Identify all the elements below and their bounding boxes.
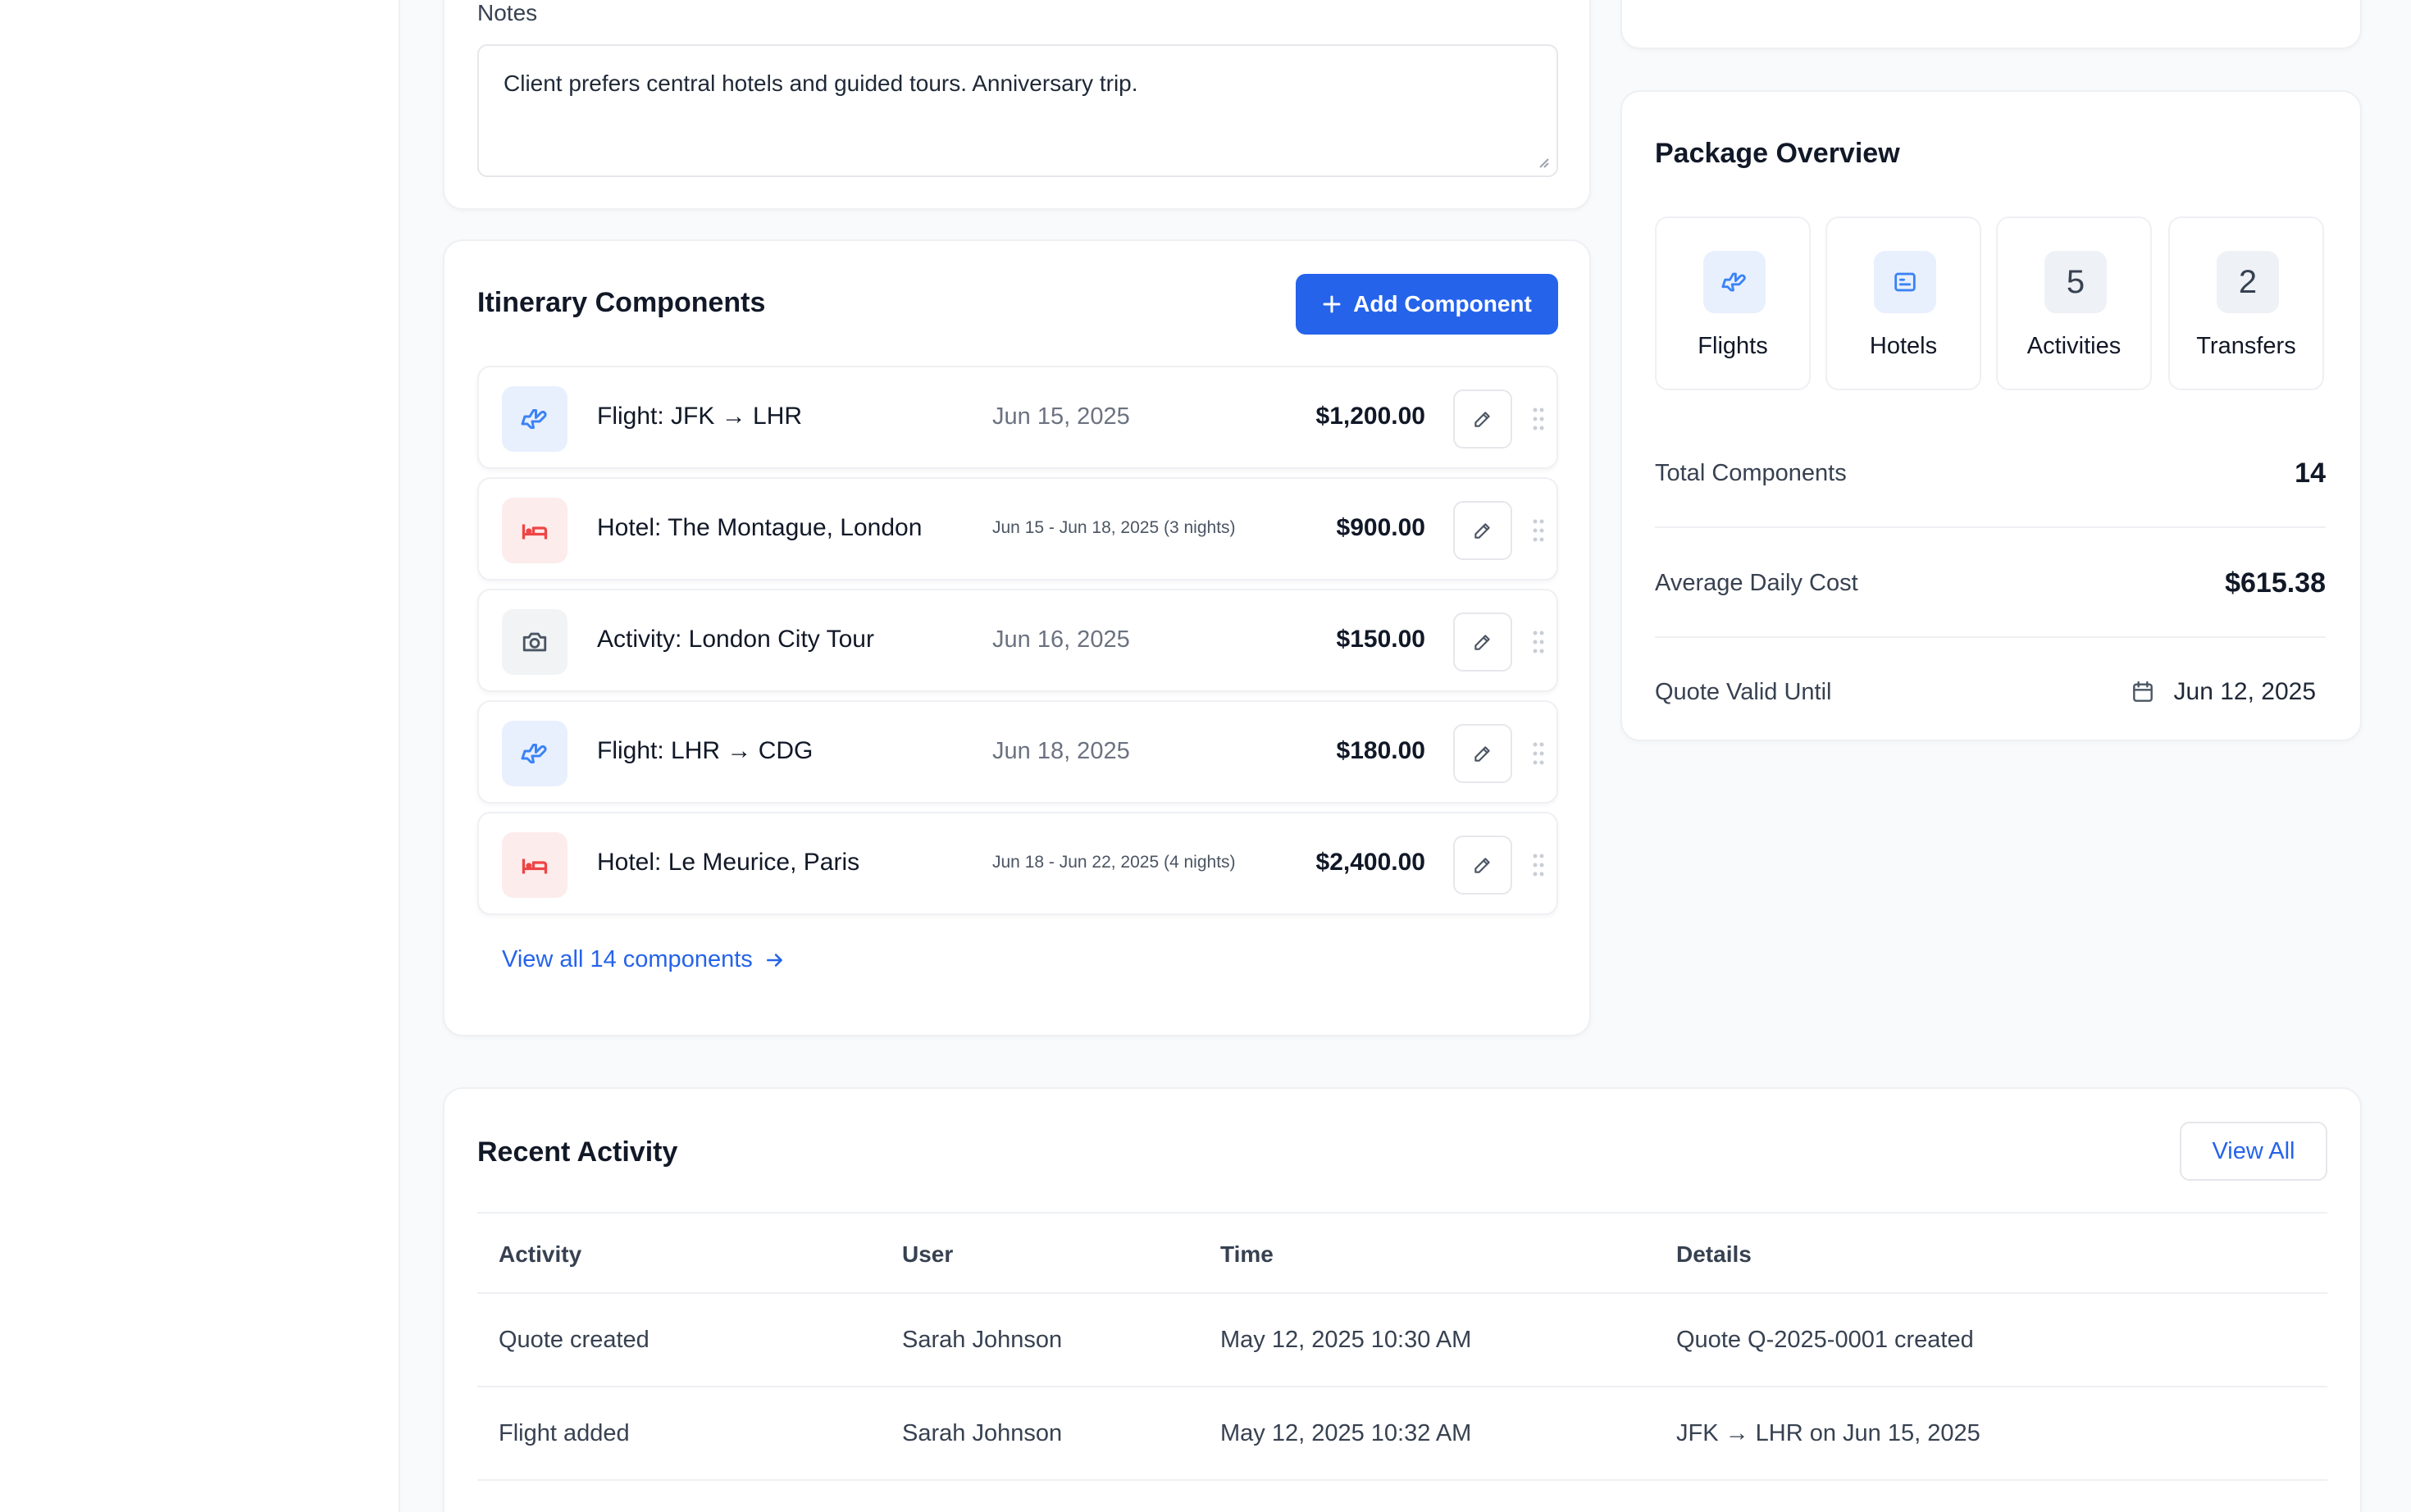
average-daily-cost-label: Average Daily Cost	[1655, 569, 1858, 596]
bed-icon	[502, 498, 567, 563]
pencil-icon	[1474, 858, 1490, 873]
column-header-time[interactable]: Time	[1220, 1241, 1274, 1268]
activities-tile: 5 Activities	[1996, 216, 2152, 390]
component-date: Jun 15, 2025	[992, 403, 1130, 430]
component-date: Jun 18 - Jun 22, 2025 (4 nights)	[992, 853, 1236, 872]
add-component-button[interactable]: Add Component	[1296, 274, 1558, 335]
tile-label: Transfers	[2196, 333, 2296, 359]
cell-activity: Quote created	[499, 1327, 649, 1353]
plus-icon	[1323, 295, 1341, 313]
quote-valid-value: Jun 12, 2025	[2173, 678, 2316, 705]
hotels-tile: Hotels	[1825, 216, 1981, 390]
drag-handle-icon[interactable]	[1529, 404, 1548, 434]
pencil-icon	[1474, 412, 1490, 427]
notes-label: Notes	[477, 0, 538, 25]
column-header-user[interactable]: User	[902, 1241, 953, 1268]
edit-button[interactable]	[1453, 836, 1512, 895]
component-price: $2,400.00	[1315, 849, 1425, 876]
table-row[interactable]: Flight added Sarah Johnson May 12, 2025 …	[477, 1387, 2327, 1481]
table-header: Activity User Time Details	[477, 1212, 2327, 1294]
component-row[interactable]: Flight: JFK → LHR Jun 15, 2025 $1,200.00	[477, 366, 1558, 469]
component-row[interactable]: Flight: LHR → CDG Jun 18, 2025 $180.00	[477, 700, 1558, 804]
itinerary-title: Itinerary Components	[477, 287, 766, 318]
cell-time: May 12, 2025 10:32 AM	[1220, 1420, 1472, 1446]
tile-label: Activities	[2026, 333, 2122, 359]
cell-user: Sarah Johnson	[902, 1327, 1063, 1353]
component-price: $150.00	[1336, 626, 1425, 653]
column-header-details[interactable]: Details	[1676, 1241, 1752, 1268]
package-overview-title: Package Overview	[1655, 138, 1900, 169]
drag-handle-icon[interactable]	[1529, 627, 1548, 657]
pencil-icon	[1474, 746, 1490, 762]
component-name: Activity: London City Tour	[597, 626, 874, 653]
cell-activity: Flight added	[499, 1420, 630, 1446]
total-components-label: Total Components	[1655, 459, 1847, 486]
plane-icon	[502, 721, 567, 786]
drag-handle-icon[interactable]	[1529, 739, 1548, 768]
tile-label: Hotels	[1869, 333, 1938, 359]
cell-details: Quote Q-2025-0001 created	[1676, 1327, 1974, 1353]
component-row[interactable]: Activity: London City Tour Jun 16, 2025 …	[477, 589, 1558, 692]
view-all-components-label: View all 14 components	[502, 946, 753, 972]
notes-text: Client prefers central hotels and guided…	[504, 71, 1138, 96]
edit-button[interactable]	[1453, 724, 1512, 783]
hotel-icon	[1874, 251, 1936, 313]
transfers-count: 2	[2217, 251, 2279, 313]
view-all-button[interactable]: View All	[2180, 1122, 2327, 1181]
total-components-value: 14	[2295, 457, 2326, 489]
transfers-tile: 2 Transfers	[2168, 216, 2324, 390]
column-header-activity[interactable]: Activity	[499, 1241, 581, 1268]
package-overview-card: Package Overview Flights Hotels 5 Activi…	[1620, 90, 2362, 741]
component-date: Jun 16, 2025	[992, 626, 1130, 653]
edit-button[interactable]	[1453, 389, 1512, 449]
cell-user: Sarah Johnson	[902, 1420, 1063, 1446]
itinerary-card: Itinerary Components Add Component Fligh…	[443, 239, 1591, 1036]
recent-activity-card: Recent Activity View All Activity User T…	[443, 1087, 2362, 1512]
quote-valid-label: Quote Valid Until	[1655, 678, 1832, 705]
view-all-components-link[interactable]: View all 14 components	[502, 946, 786, 973]
component-name: Flight: JFK → LHR	[597, 403, 803, 430]
resize-grip-icon[interactable]	[1535, 154, 1550, 169]
pencil-icon	[1474, 523, 1490, 539]
quote-valid-row: Quote Valid Until Jun 12, 2025	[1655, 638, 2326, 746]
arrow-right-icon	[766, 953, 782, 967]
plane-icon	[502, 386, 567, 452]
calendar-icon	[2132, 681, 2153, 702]
table-row[interactable]: Quote created Sarah Johnson May 12, 2025…	[477, 1294, 2327, 1387]
notes-card: Notes Client prefers central hotels and …	[443, 0, 1591, 210]
component-date: Jun 15 - Jun 18, 2025 (3 nights)	[992, 518, 1236, 537]
cell-details: JFK → LHR on Jun 15, 2025	[1676, 1420, 1980, 1446]
component-price: $180.00	[1336, 737, 1425, 764]
tile-label: Flights	[1698, 333, 1768, 359]
plane-icon	[1703, 251, 1766, 313]
add-component-label: Add Component	[1353, 291, 1532, 317]
component-row[interactable]: Hotel: Le Meurice, Paris Jun 18 - Jun 22…	[477, 812, 1558, 915]
sidebar	[0, 0, 400, 1512]
drag-handle-icon[interactable]	[1529, 516, 1548, 545]
component-name: Hotel: The Montague, London	[597, 514, 923, 541]
activities-count: 5	[2044, 251, 2107, 313]
pencil-icon	[1474, 635, 1490, 650]
recent-activity-title: Recent Activity	[477, 1136, 678, 1168]
edit-button[interactable]	[1453, 501, 1512, 560]
camera-icon	[502, 609, 567, 675]
notes-textarea[interactable]: Client prefers central hotels and guided…	[477, 44, 1558, 177]
total-components-row: Total Components 14	[1655, 420, 2326, 528]
component-date: Jun 18, 2025	[992, 738, 1130, 764]
edit-button[interactable]	[1453, 613, 1512, 672]
quote-valid-date: Jun 12, 2025	[2130, 678, 2316, 706]
summary-card	[1620, 0, 2362, 49]
component-price: $900.00	[1336, 514, 1425, 541]
cell-time: May 12, 2025 10:30 AM	[1220, 1327, 1472, 1353]
flights-tile: Flights	[1655, 216, 1811, 390]
drag-handle-icon[interactable]	[1529, 850, 1548, 880]
average-daily-cost-row: Average Daily Cost $615.38	[1655, 530, 2326, 638]
average-daily-cost-value: $615.38	[2225, 567, 2326, 599]
component-row[interactable]: Hotel: The Montague, London Jun 15 - Jun…	[477, 477, 1558, 581]
bed-icon	[502, 832, 567, 898]
component-price: $1,200.00	[1315, 403, 1425, 430]
component-name: Flight: LHR → CDG	[597, 737, 814, 764]
component-name: Hotel: Le Meurice, Paris	[597, 849, 860, 876]
